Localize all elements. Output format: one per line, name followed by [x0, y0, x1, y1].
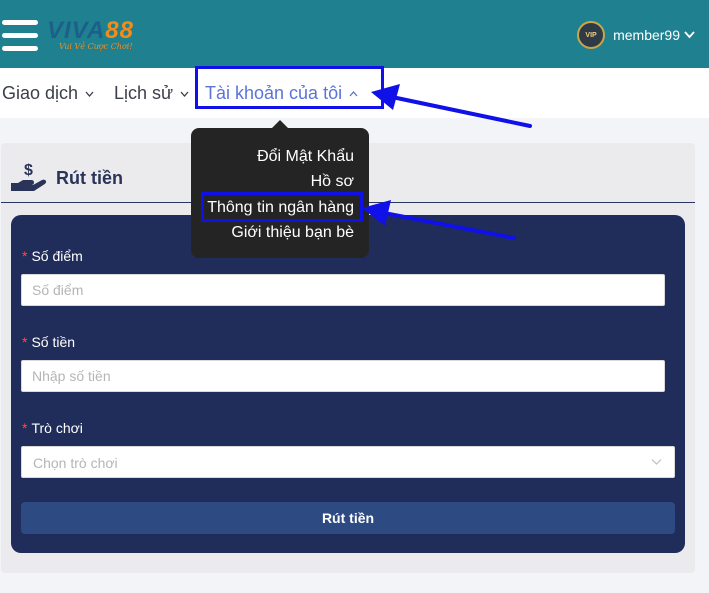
- chevron-down-icon: [177, 88, 189, 100]
- nav-item-transactions[interactable]: Giao dịch: [2, 83, 94, 104]
- username: member99: [613, 27, 680, 43]
- page: VIVA88 Vui Vẻ Cược Chơi! VIP member99 Gi…: [0, 0, 709, 593]
- amount-label: * Số tiền: [22, 334, 76, 350]
- hamburger-menu-icon[interactable]: [2, 20, 38, 52]
- chevron-down-icon: [684, 28, 695, 42]
- nav-item-history[interactable]: Lịch sử: [114, 83, 189, 104]
- svg-text:$: $: [24, 162, 33, 179]
- game-select[interactable]: Chọn trò chơi: [21, 446, 675, 478]
- withdraw-title: Rút tiền: [56, 168, 123, 188]
- top-header: VIVA88 Vui Vẻ Cược Chơi! VIP member99: [0, 0, 709, 68]
- game-select-placeholder: Chọn trò chơi: [33, 455, 118, 471]
- annotation-highlight-box: [195, 66, 384, 109]
- menu-item-change-password[interactable]: Đổi Mật Khẩu: [257, 148, 354, 166]
- withdraw-submit-button[interactable]: Rút tiền: [21, 502, 675, 534]
- menu-item-refer-friends[interactable]: Giới thiệu bạn bè: [231, 224, 354, 242]
- amount-input[interactable]: [21, 360, 665, 392]
- points-input[interactable]: [21, 274, 665, 306]
- chevron-down-icon: [651, 459, 662, 465]
- game-label: * Trò chơi: [22, 420, 83, 436]
- chevron-down-icon: [82, 88, 94, 100]
- user-menu[interactable]: VIP member99: [577, 21, 695, 49]
- menu-item-profile[interactable]: Hồ sơ: [311, 173, 354, 191]
- brand-logo[interactable]: VIVA88 Vui Vẻ Cược Chơi!: [47, 18, 151, 54]
- annotation-highlight-box: [201, 192, 363, 222]
- withdraw-form: *Số điểm *Số tiền *Trò chơi Chọn trò chơ…: [11, 215, 685, 553]
- points-label: * Số điểm: [22, 248, 83, 264]
- vip-avatar-icon: VIP: [577, 21, 606, 49]
- withdraw-money-icon: $: [11, 162, 47, 191]
